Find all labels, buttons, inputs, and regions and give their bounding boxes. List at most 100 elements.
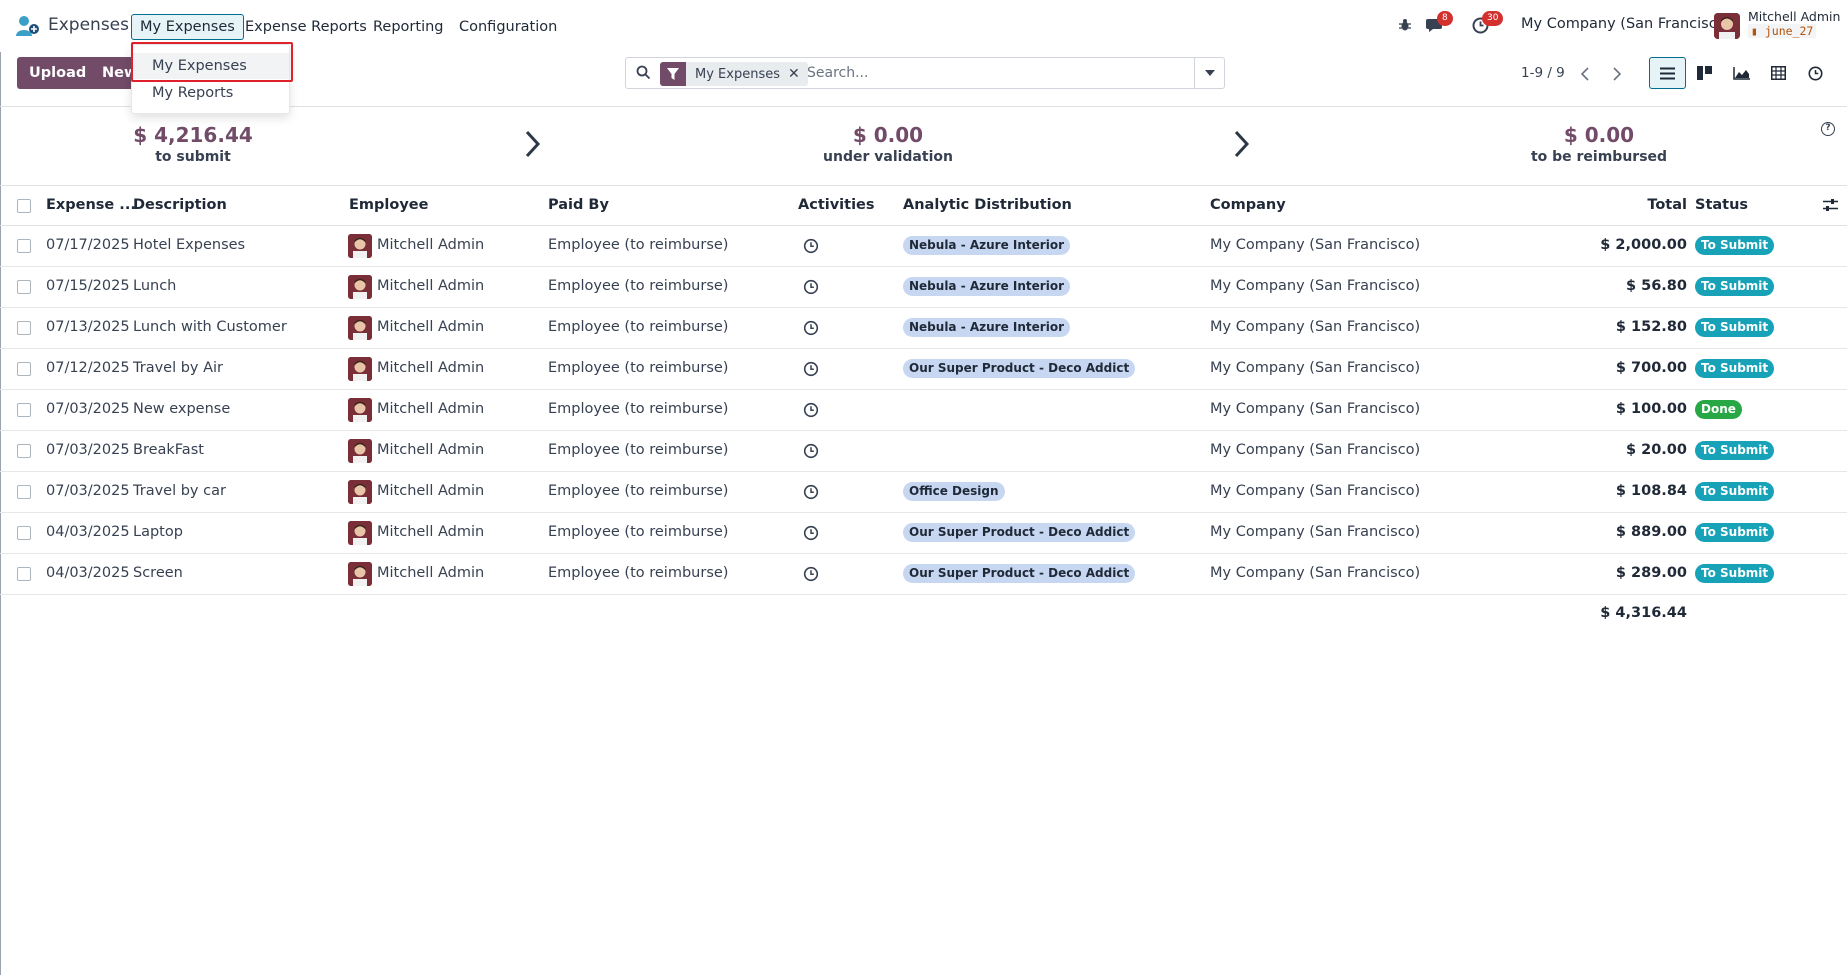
employee-avatar[interactable] <box>348 521 372 545</box>
app-title[interactable]: Expenses <box>48 15 129 35</box>
column-header-status[interactable]: Status <box>1695 197 1748 213</box>
graph-view-button[interactable] <box>1723 57 1760 89</box>
table-row[interactable]: 04/03/2025 Laptop Mitchell Admin Employee (… <box>0 513 1847 554</box>
table-row[interactable]: 07/12/2025 Travel by Air Mitchell Admin Emp… <box>0 349 1847 390</box>
cell-company: My Company (San Francisco) <box>1210 237 1421 253</box>
cell-total: $ 100.00 <box>1615 401 1687 417</box>
pager-value[interactable]: 1-9 / 9 <box>1521 65 1565 81</box>
activity-clock-icon[interactable] <box>803 402 819 418</box>
search-input[interactable]: Search... <box>807 65 868 81</box>
summary-to-be-reimbursed-label: to be reimbursed <box>1530 149 1668 165</box>
row-checkbox[interactable] <box>17 526 31 540</box>
table-row[interactable]: 07/03/2025 New expense Mitchell Admin Emplo… <box>0 390 1847 431</box>
user-name[interactable]: Mitchell Admin <box>1748 9 1840 24</box>
column-header-activities[interactable]: Activities <box>798 197 875 213</box>
column-header-total[interactable]: Total <box>1570 197 1687 213</box>
dropdown-item-my-reports[interactable]: My Reports <box>132 80 289 106</box>
employee-avatar[interactable] <box>348 562 372 586</box>
column-header-employee[interactable]: Employee <box>349 197 428 213</box>
cell-description: Screen <box>133 565 183 581</box>
cell-company: My Company (San Francisco) <box>1210 524 1421 540</box>
status-badge: Done <box>1695 400 1742 419</box>
employee-avatar[interactable] <box>348 275 372 299</box>
cell-expense-date: 04/03/2025 <box>46 524 130 540</box>
employee-avatar[interactable] <box>348 480 372 504</box>
cell-total: $ 700.00 <box>1615 360 1687 376</box>
messages-badge: 8 <box>1437 11 1453 26</box>
help-icon[interactable]: ? <box>1821 122 1835 136</box>
analytic-tag: Nebula - Azure Interior <box>903 236 1070 255</box>
cell-employee: Mitchell Admin <box>377 524 485 540</box>
table-row[interactable]: 07/03/2025 BreakFast Mitchell Admin Employe… <box>0 431 1847 472</box>
pager-next-button[interactable] <box>1603 60 1631 88</box>
status-badge: To Submit <box>1695 318 1775 337</box>
company-switcher[interactable]: My Company (San Francisco) <box>1521 16 1731 32</box>
messages-icon[interactable]: 8 <box>1424 11 1453 36</box>
upload-button[interactable]: Upload <box>17 57 99 89</box>
optional-columns-toggle-icon[interactable] <box>1823 198 1838 212</box>
column-header-analytic-distribution[interactable]: Analytic Distribution <box>903 197 1072 213</box>
search-facet-my-expenses[interactable]: My Expenses ✕ <box>660 62 808 86</box>
pager-previous-button[interactable] <box>1571 60 1599 88</box>
employee-avatar[interactable] <box>348 316 372 340</box>
cell-company: My Company (San Francisco) <box>1210 442 1421 458</box>
activity-clock-icon[interactable] <box>803 238 819 254</box>
table-row[interactable]: 07/13/2025 Lunch with Customer Mitchell Ad… <box>0 308 1847 349</box>
menu-my-expenses[interactable]: My Expenses <box>131 14 244 40</box>
activity-clock-icon[interactable] <box>803 525 819 541</box>
employee-avatar[interactable] <box>348 439 372 463</box>
list-view-button[interactable] <box>1649 57 1686 89</box>
activity-clock-icon[interactable] <box>803 279 819 295</box>
column-header-paid-by[interactable]: Paid By <box>548 197 609 213</box>
activity-clock-icon[interactable] <box>803 484 819 500</box>
caret-down-icon <box>1204 70 1215 76</box>
table-row[interactable]: 04/03/2025 Screen Mitchell Admin Employee (… <box>0 554 1847 595</box>
table-row[interactable]: 07/17/2025 Hotel Expenses Mitchell Admin Em… <box>0 226 1847 267</box>
cell-expense-date: 07/17/2025 <box>46 237 130 253</box>
row-checkbox[interactable] <box>17 321 31 335</box>
facet-remove-icon[interactable]: ✕ <box>788 66 808 82</box>
row-checkbox[interactable] <box>17 280 31 294</box>
menu-configuration[interactable]: Configuration <box>450 14 566 40</box>
cell-total: $ 889.00 <box>1615 524 1687 540</box>
column-header-company[interactable]: Company <box>1210 197 1286 213</box>
activity-clock-icon[interactable] <box>803 361 819 377</box>
menu-reporting[interactable]: Reporting <box>364 14 453 40</box>
search-bar[interactable]: My Expenses ✕ Search... <box>625 57 1225 89</box>
table-row[interactable]: 07/03/2025 Travel by car Mitchell Admin Emp… <box>0 472 1847 513</box>
cell-paid-by: Employee (to reimburse) <box>548 483 729 499</box>
menu-expense-reports[interactable]: Expense Reports <box>236 14 376 40</box>
area-chart-icon <box>1733 66 1750 80</box>
cell-employee: Mitchell Admin <box>377 237 485 253</box>
select-all-checkbox[interactable] <box>17 199 31 213</box>
table-row[interactable]: 07/15/2025 Lunch Mitchell Admin Employee (t… <box>0 267 1847 308</box>
activity-clock-icon[interactable] <box>803 320 819 336</box>
pivot-view-button[interactable] <box>1760 57 1797 89</box>
cell-description: New expense <box>133 401 231 417</box>
cell-total: $ 152.80 <box>1615 319 1687 335</box>
activity-clock-icon[interactable] <box>803 566 819 582</box>
employee-avatar[interactable] <box>348 357 372 381</box>
row-checkbox[interactable] <box>17 485 31 499</box>
employee-avatar[interactable] <box>348 234 372 258</box>
activity-view-button[interactable] <box>1797 57 1834 89</box>
activity-clock-icon[interactable] <box>803 443 819 459</box>
activities-clock-icon[interactable]: 30 <box>1469 11 1504 36</box>
column-header-expense-date[interactable]: Expense ... <box>46 197 136 213</box>
employee-avatar[interactable] <box>348 398 372 422</box>
row-checkbox[interactable] <box>17 444 31 458</box>
row-checkbox[interactable] <box>17 362 31 376</box>
summary-under-validation-amount: $ 0.00 <box>852 123 924 147</box>
row-checkbox[interactable] <box>17 403 31 417</box>
debug-bug-icon[interactable] <box>1394 14 1416 36</box>
cell-description: Travel by car <box>133 483 226 499</box>
row-checkbox[interactable] <box>17 239 31 253</box>
user-avatar[interactable] <box>1714 13 1740 39</box>
kanban-view-button[interactable] <box>1686 57 1723 89</box>
expenses-app-icon[interactable] <box>15 14 41 38</box>
search-options-toggle[interactable] <box>1194 58 1224 88</box>
cell-paid-by: Employee (to reimburse) <box>548 442 729 458</box>
row-checkbox[interactable] <box>17 567 31 581</box>
column-header-description[interactable]: Description <box>133 197 227 213</box>
cell-company: My Company (San Francisco) <box>1210 360 1421 376</box>
